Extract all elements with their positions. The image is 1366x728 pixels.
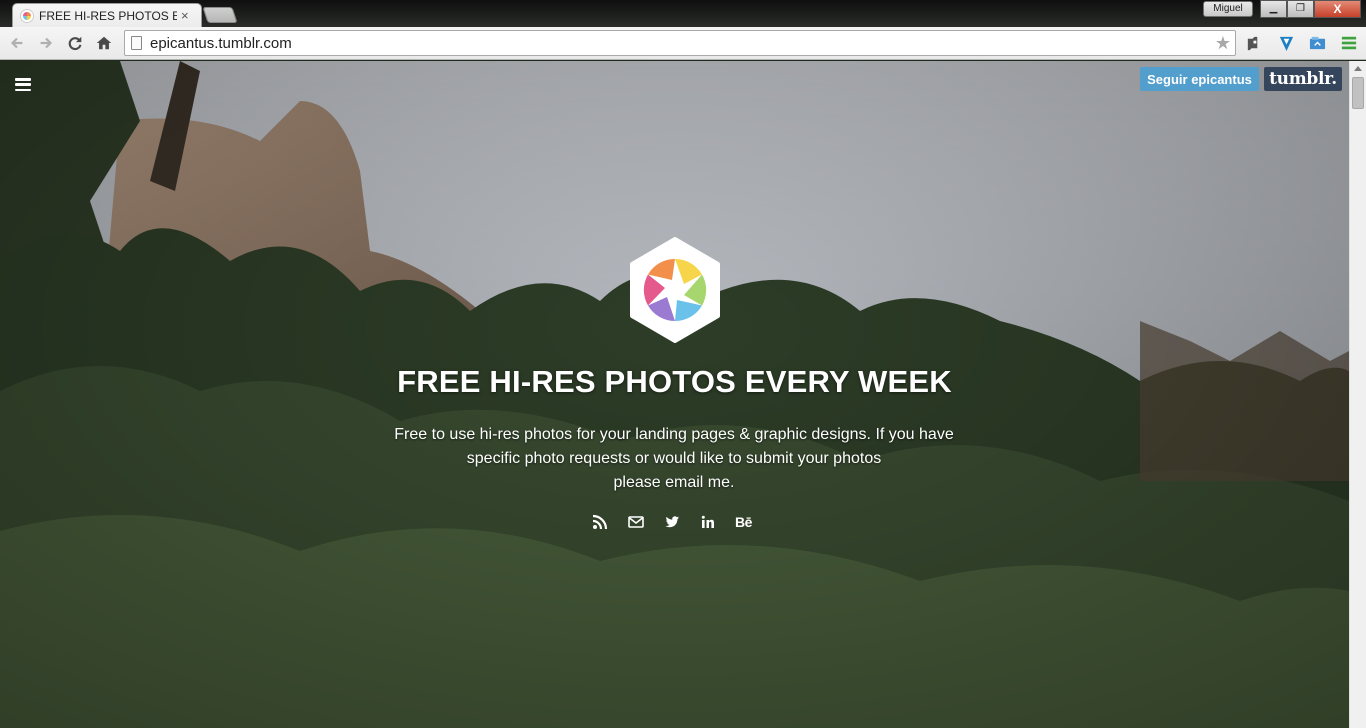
description-line: Free to use hi-res photos for your landi… (394, 426, 954, 443)
hamburger-menu-icon[interactable] (1340, 34, 1358, 52)
scrollbar-thumb[interactable] (1352, 77, 1364, 109)
page-description: Free to use hi-res photos for your landi… (374, 423, 974, 495)
star-icon[interactable]: ★ (1215, 33, 1231, 54)
behance-icon[interactable]: Bē (734, 513, 753, 531)
page-scrollbar[interactable] (1349, 61, 1366, 728)
browser-toolbar: ★ (0, 27, 1366, 60)
profile-button[interactable]: Miguel (1203, 1, 1253, 17)
envelope-icon[interactable] (626, 513, 645, 531)
tab-close-icon[interactable]: × (181, 8, 189, 23)
page-menu-icon[interactable] (15, 78, 31, 91)
maximize-button[interactable]: ❐ (1287, 0, 1314, 18)
window-controls: ▁ ❐ X (1260, 0, 1361, 18)
scroll-up-arrow-icon[interactable] (1354, 66, 1362, 71)
epicantus-logo-icon (630, 237, 720, 343)
new-tab-button[interactable] (202, 7, 238, 23)
minimize-button[interactable]: ▁ (1260, 0, 1287, 18)
forward-arrow-icon (40, 37, 53, 49)
linkedin-icon[interactable] (698, 513, 717, 531)
tab-title: FREE HI-RES PHOTOS EVE (39, 8, 177, 23)
browser-tab[interactable]: FREE HI-RES PHOTOS EVE × (12, 3, 202, 27)
follow-button[interactable]: Seguir epicantus (1140, 67, 1259, 91)
home-icon (96, 36, 112, 50)
back-button[interactable] (7, 33, 27, 53)
url-input[interactable] (150, 34, 1190, 52)
description-line: specific photo requests or would like to… (466, 450, 882, 467)
close-window-button[interactable]: X (1314, 0, 1361, 18)
tumblr-logo-button[interactable]: tumblr. (1264, 67, 1342, 91)
evernote-extension-icon[interactable] (1244, 34, 1262, 52)
page-icon (131, 36, 142, 50)
rss-icon[interactable] (590, 513, 609, 531)
tumblr-page: Seguir epicantus tumblr. FREE HI-RES PHO… (0, 61, 1349, 728)
forward-button[interactable] (36, 33, 56, 53)
twitter-icon[interactable] (662, 513, 681, 531)
vpn-extension-icon[interactable] (1277, 34, 1295, 52)
page-headline: FREE HI-RES PHOTOS EVERY WEEK (397, 364, 952, 399)
site-favicon-icon (21, 9, 33, 22)
window-titlebar: FREE HI-RES PHOTOS EVE × Miguel ▁ ❐ X (0, 0, 1366, 27)
address-bar[interactable]: ★ (124, 30, 1236, 56)
files-extension-icon[interactable] (1308, 34, 1326, 52)
home-button[interactable] (94, 33, 114, 53)
social-links: Bē (590, 513, 753, 531)
reload-icon (68, 36, 82, 51)
back-arrow-icon (10, 37, 23, 49)
description-line: please email me. (613, 474, 735, 491)
reload-button[interactable] (65, 33, 85, 53)
